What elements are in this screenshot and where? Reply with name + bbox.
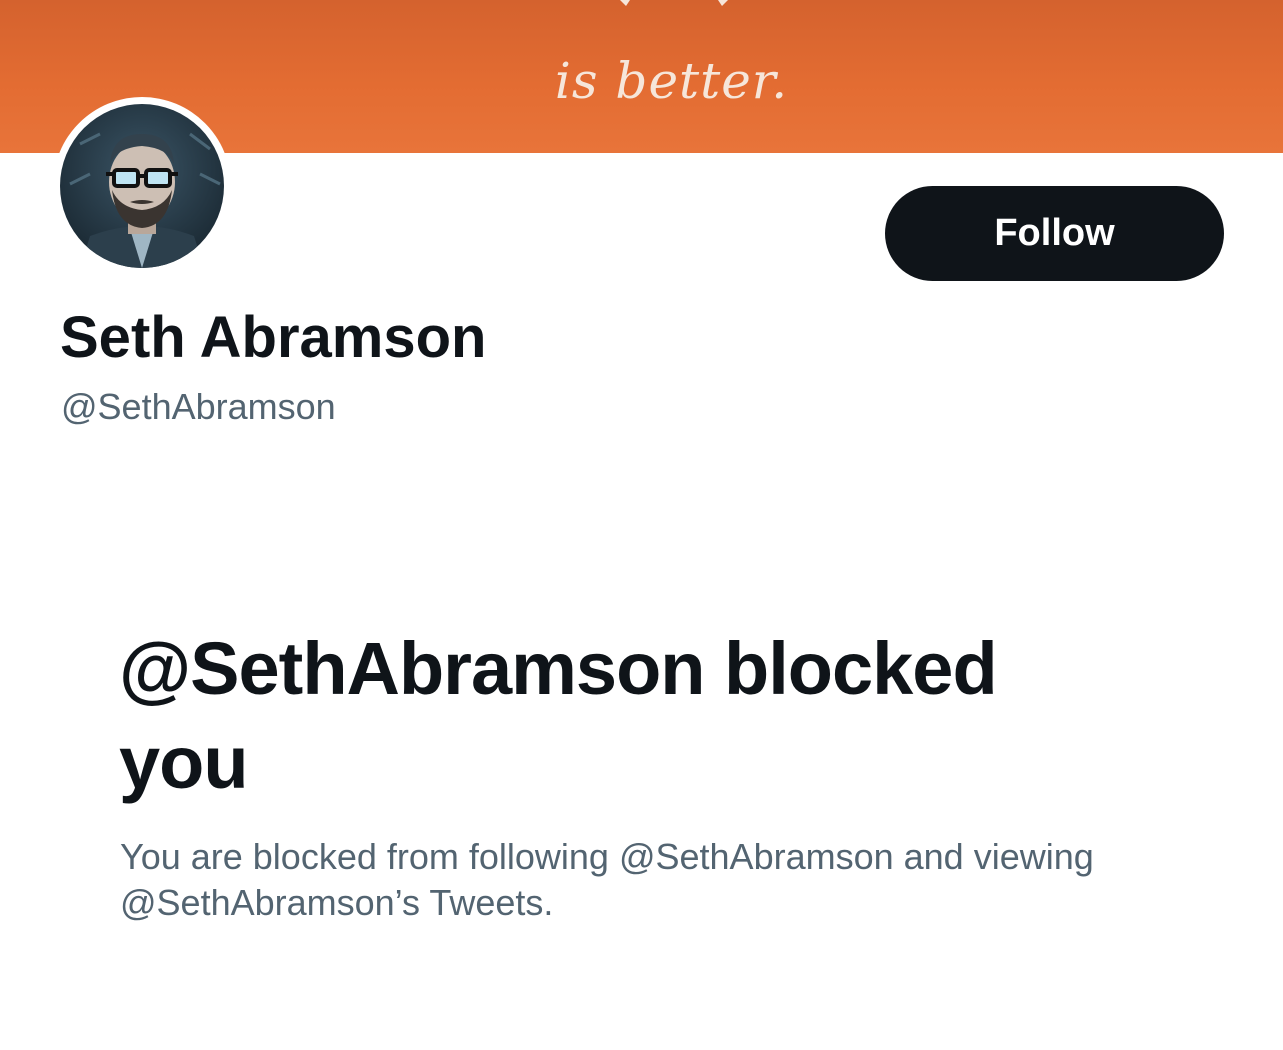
blocked-notice-description: You are blocked from following @SethAbra…	[120, 836, 1094, 923]
profile-display-name: Seth Abramson	[60, 305, 487, 370]
banner-logo-mark	[620, 0, 728, 6]
blocked-notice-title: @SethAbramson blocked you	[119, 627, 998, 804]
banner-tagline: is better.	[554, 52, 789, 110]
profile-page: is better. Follow Seth Abramson @SethAbr…	[0, 0, 1283, 1050]
profile-handle: @SethAbramson	[61, 386, 336, 427]
avatar-portrait-image	[60, 104, 224, 268]
follow-button[interactable]: Follow	[885, 186, 1224, 281]
avatar[interactable]	[53, 97, 231, 275]
